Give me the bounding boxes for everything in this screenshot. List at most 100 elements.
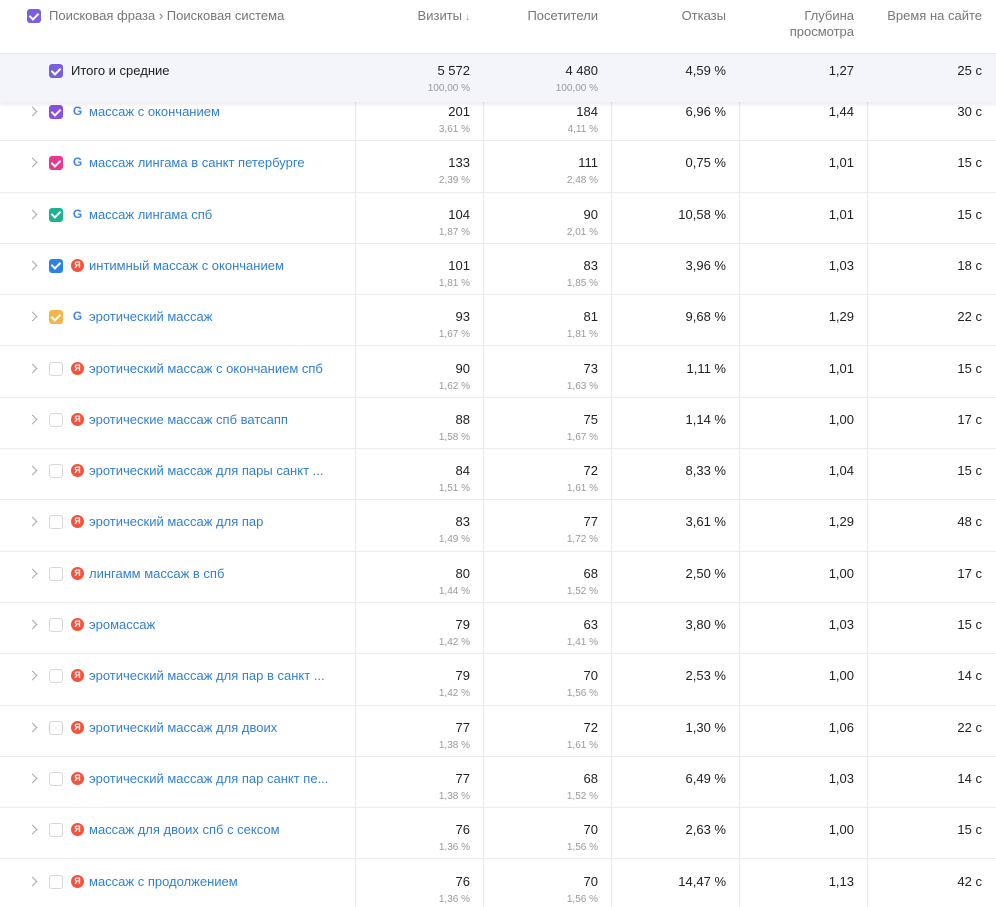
row-checkbox[interactable] <box>49 566 63 581</box>
expand-chevron-icon[interactable] <box>28 875 38 889</box>
row-checkbox[interactable] <box>49 412 63 427</box>
cell-time: 15 с <box>957 617 982 632</box>
table-row[interactable]: Яэротический массаж для двоих 77 1,38 % 72 1… <box>0 706 996 757</box>
search-phrase-link[interactable]: эротический массаж для двоих <box>89 720 277 736</box>
expand-chevron-icon[interactable] <box>28 310 38 324</box>
search-phrase-link[interactable]: массаж лингама в санкт петербурге <box>89 155 305 171</box>
expand-chevron-icon[interactable] <box>28 669 38 683</box>
cell-visitors: 75 1,67 % <box>566 411 598 443</box>
search-phrase-link[interactable]: эротический массаж для пар <box>89 514 263 530</box>
column-header-visits[interactable]: Визиты ↓ <box>356 8 484 26</box>
search-phrase-link[interactable]: массаж для двоих спб с сексом <box>89 822 280 838</box>
search-phrase-link[interactable]: лингамм массаж в спб <box>89 566 224 582</box>
row-checkbox[interactable] <box>49 156 63 171</box>
table-row[interactable]: Ялингамм массаж в спб 80 1,44 % 68 1,52 % 2,5… <box>0 552 996 603</box>
cell-visits: 133 2,39 % <box>438 155 470 187</box>
search-phrase-link[interactable]: эромассаж <box>89 617 155 633</box>
row-checkbox[interactable] <box>49 464 63 479</box>
row-checkbox[interactable] <box>49 720 63 735</box>
expand-chevron-icon[interactable] <box>28 105 38 119</box>
search-phrase-link[interactable]: массаж лингама спб <box>89 207 212 223</box>
table-row[interactable]: Яэротические массаж спб ватсапп 88 1,58 % 7… <box>0 398 996 450</box>
yandex-icon: Я <box>71 720 84 734</box>
cell-visitors: 81 1,81 % <box>566 309 598 341</box>
cell-bounce: 3,80 % <box>685 617 726 632</box>
row-checkbox[interactable] <box>49 618 63 632</box>
cell-time: 18 с <box>957 257 982 273</box>
table-row[interactable]: Яинтимный массаж с окончанием 101 1,81 % 83… <box>0 244 996 296</box>
cell-visits: 104 1,87 % <box>438 206 470 238</box>
table-row[interactable]: Яэротический массаж с окончанием спб 90 1,… <box>0 347 996 398</box>
expand-chevron-icon[interactable] <box>28 567 38 581</box>
expand-chevron-icon[interactable] <box>28 208 38 222</box>
search-phrase-link[interactable]: массаж с окончанием <box>89 104 220 120</box>
table-row[interactable]: Ямассаж с продолжением 76 1,36 % 70 1,56 % 14… <box>0 860 996 907</box>
search-phrase-link[interactable]: эротические массаж спб ватсапп <box>89 412 288 428</box>
column-header-bounce[interactable]: Отказы <box>612 8 740 24</box>
cell-visits: 79 1,42 % <box>438 668 470 700</box>
cell-bounce: 8,33 % <box>685 463 726 479</box>
cell-visitors: 72 1,61 % <box>566 719 598 751</box>
dimension-header[interactable]: Поисковая фраза › Поисковая система <box>0 8 356 28</box>
expand-chevron-icon[interactable] <box>28 721 38 735</box>
cell-depth: 1,04 <box>828 463 854 479</box>
row-checkbox[interactable] <box>49 874 63 889</box>
cell-depth: 1,03 <box>828 770 854 786</box>
table-row[interactable]: Ямассаж для двоих спб с сексом 76 1,36 % 70… <box>0 808 996 860</box>
row-checkbox[interactable] <box>49 361 63 376</box>
table-row[interactable]: Яэротический массаж для пар в санкт ... 7… <box>0 654 996 706</box>
expand-chevron-icon[interactable] <box>28 464 38 478</box>
cell-depth: 1,13 <box>828 873 854 889</box>
search-phrase-link[interactable]: массаж с продолжением <box>89 874 238 890</box>
expand-chevron-icon[interactable] <box>28 413 38 427</box>
search-phrase-link[interactable]: эротический массаж для пары санкт ... <box>89 463 323 479</box>
cell-visits: 88 1,58 % <box>438 411 470 443</box>
row-checkbox[interactable] <box>49 258 63 273</box>
expand-chevron-icon[interactable] <box>28 362 38 376</box>
cell-bounce: 2,50 % <box>685 565 726 581</box>
cell-bounce: 1,30 % <box>685 719 726 735</box>
cell-time: 15 с <box>957 822 982 838</box>
cell-depth: 1,01 <box>828 360 854 376</box>
cell-time: 48 с <box>957 514 982 530</box>
search-phrase-link[interactable]: эротический массаж с окончанием спб <box>89 361 323 377</box>
row-checkbox[interactable] <box>49 105 63 119</box>
row-checkbox[interactable] <box>49 669 63 684</box>
search-phrase-link[interactable]: эротический массаж <box>89 309 212 325</box>
table-row[interactable]: Gэротический массаж 93 1,67 % 81 1,81 % 9,68 … <box>0 295 996 347</box>
table-row[interactable]: Яэромассаж 79 1,42 % 63 1,41 % 3,80 % 1,03 15 с <box>0 603 996 655</box>
table-row[interactable]: Gмассаж лингама в санкт петербурге 133 2,3… <box>0 141 996 193</box>
expand-chevron-icon[interactable] <box>28 259 38 273</box>
table-row[interactable]: Gмассаж лингама спб 104 1,87 % 90 2,01 % 10,5… <box>0 193 996 244</box>
cell-visitors: 70 1,56 % <box>566 822 598 854</box>
search-phrase-link[interactable]: эротический массаж для пар в санкт ... <box>89 668 325 684</box>
cell-depth: 1,06 <box>828 719 854 735</box>
cell-bounce: 10,58 % <box>678 206 726 222</box>
table-row[interactable]: Яэротический массаж для пар санкт пе... 7… <box>0 757 996 809</box>
table-row[interactable]: Яэротический массаж для пары санкт ... 84… <box>0 449 996 501</box>
row-checkbox[interactable] <box>49 771 63 786</box>
search-phrase-link[interactable]: интимный массаж с окончанием <box>89 258 284 274</box>
column-header-time[interactable]: Время на сайте <box>868 8 996 24</box>
row-checkbox[interactable] <box>49 823 63 838</box>
column-header-visitors[interactable]: Посетители <box>484 8 612 24</box>
cell-bounce: 1,14 % <box>685 411 726 427</box>
expand-chevron-icon[interactable] <box>28 772 38 786</box>
row-checkbox[interactable] <box>49 207 63 222</box>
cell-time: 22 с <box>957 719 982 735</box>
expand-chevron-icon[interactable] <box>28 823 38 837</box>
search-phrase-link[interactable]: эротический массаж для пар санкт пе... <box>89 771 328 787</box>
expand-chevron-icon[interactable] <box>28 156 38 170</box>
yandex-icon: Я <box>71 412 84 426</box>
expand-chevron-icon[interactable] <box>28 618 38 632</box>
row-checkbox[interactable] <box>49 310 63 325</box>
table-row[interactable]: Яэротический массаж для пар 83 1,49 % 77 1,7… <box>0 500 996 552</box>
cell-visits: 84 1,51 % <box>438 463 470 495</box>
cell-visitors: 83 1,85 % <box>566 257 598 289</box>
cell-visitors: 111 2,48 % <box>566 155 598 187</box>
column-header-depth[interactable]: Глубина просмотра <box>740 8 868 40</box>
row-checkbox[interactable] <box>49 515 63 530</box>
yandex-icon: Я <box>71 771 84 785</box>
google-icon: G <box>71 309 84 324</box>
expand-chevron-icon[interactable] <box>28 515 38 529</box>
